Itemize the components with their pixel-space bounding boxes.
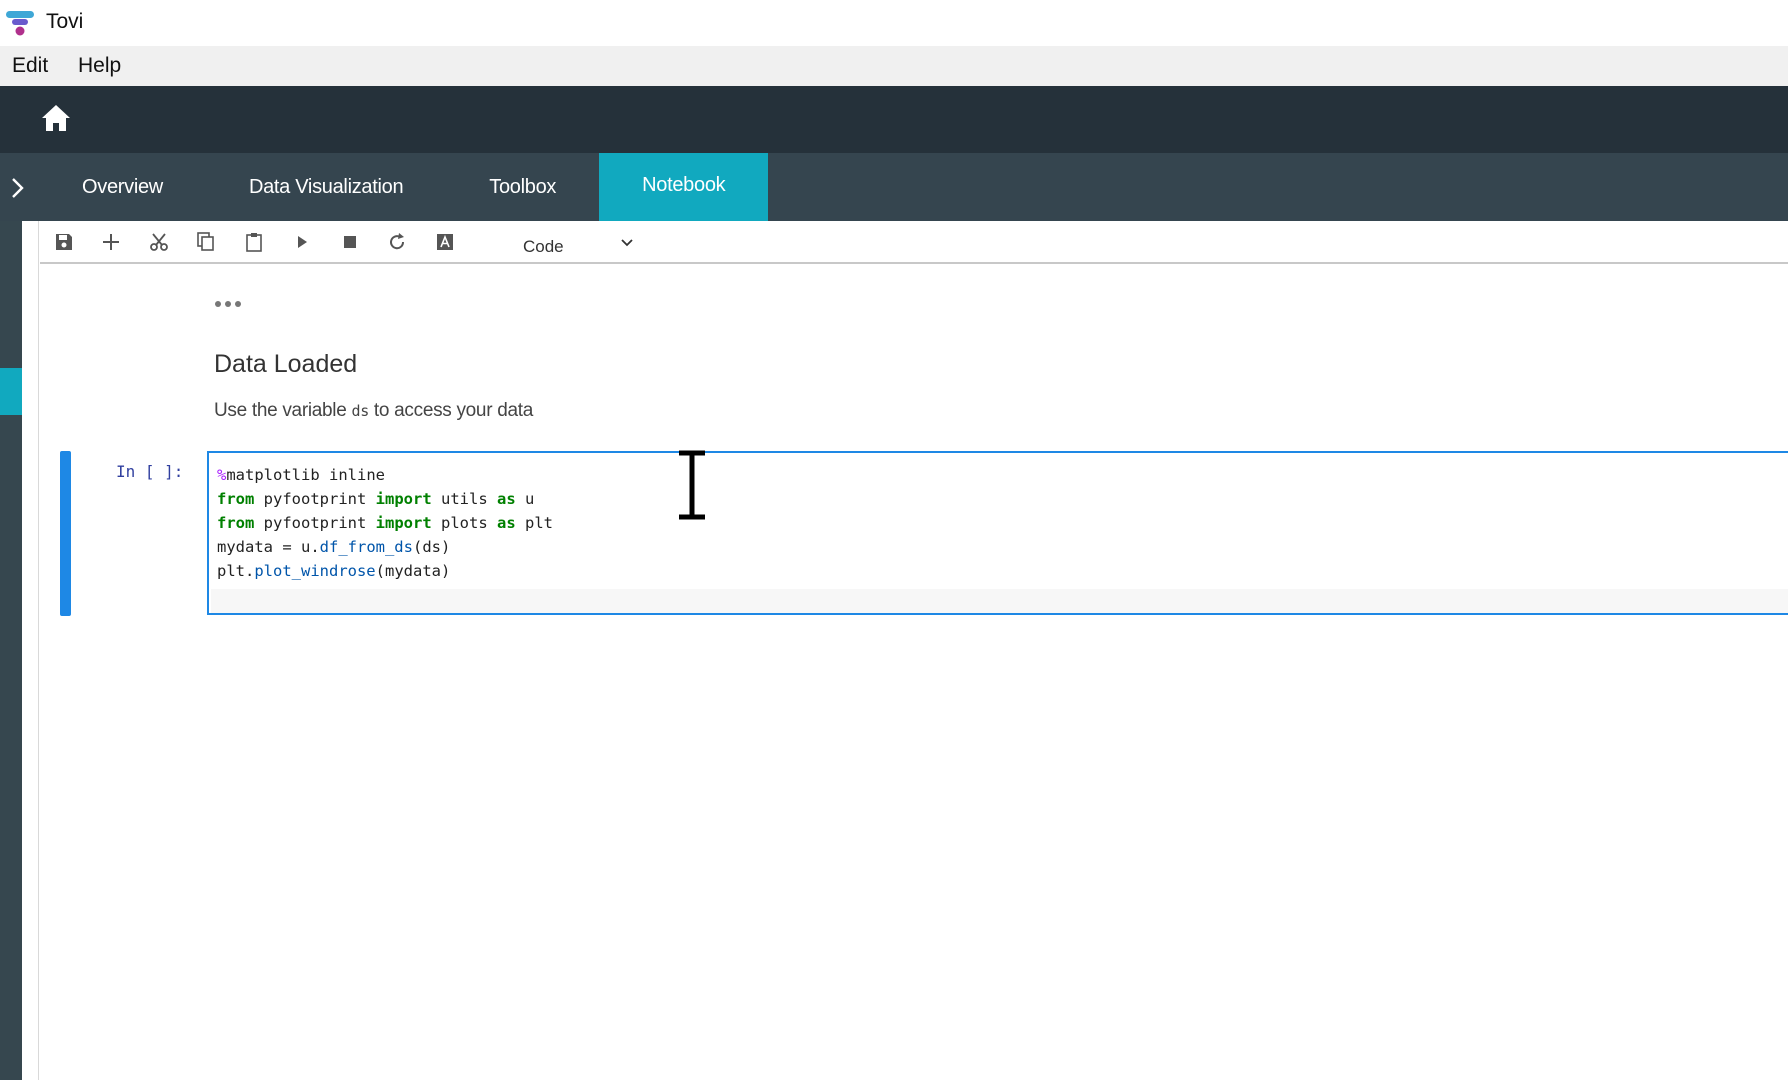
output-description: Use the variable ds to access your data — [214, 400, 533, 422]
sidebar-active-marker[interactable] — [0, 368, 22, 415]
chevron-down-icon — [621, 239, 633, 247]
main-tabs: Overview Data Visualization Toolbox Note… — [39, 153, 769, 221]
app-logo-icon — [6, 11, 34, 36]
tab-data-visualization[interactable]: Data Visualization — [206, 153, 446, 221]
cell-prompt: In [ ]: — [116, 462, 184, 481]
tab-notebook[interactable]: Notebook — [599, 153, 769, 221]
output-heading: Data Loaded — [214, 350, 358, 378]
cell-type-select[interactable]: Code — [523, 234, 643, 260]
paste-icon[interactable] — [243, 231, 265, 253]
home-icon[interactable] — [40, 103, 72, 133]
output-text-before: Use the variable — [214, 400, 352, 421]
editor-footer — [211, 589, 1788, 613]
plus-icon[interactable] — [100, 231, 122, 253]
tab-overview[interactable]: Overview — [39, 153, 206, 221]
cell-selection-indicator — [60, 451, 71, 616]
app-header — [0, 86, 1788, 153]
copy-icon[interactable] — [195, 231, 217, 253]
left-sidebar — [0, 221, 22, 1080]
tab-toolbox[interactable]: Toolbox — [446, 153, 599, 221]
stop-icon[interactable] — [339, 231, 361, 253]
collapsed-output-ellipsis-icon[interactable] — [213, 294, 253, 314]
code-line: mydata = u.df_from_ds(ds) — [217, 538, 451, 556]
output-variable: ds — [351, 402, 369, 420]
play-icon[interactable] — [291, 231, 313, 253]
window-title: Tovi — [46, 10, 84, 33]
notebook-toolbar: Code — [40, 221, 1788, 264]
code-line: from pyfootprint import plots as plt — [217, 514, 553, 532]
code-content[interactable]: %matplotlib inline from pyfootprint impo… — [217, 463, 553, 583]
code-line: plt.plot_windrose(mydata) — [217, 562, 451, 580]
keyboard-icon[interactable] — [434, 231, 456, 253]
code-line: from pyfootprint import utils as u — [217, 490, 535, 508]
sidebar-divider — [22, 221, 39, 1080]
chevron-right-icon — [12, 178, 24, 198]
code-line: %matplotlib inline — [217, 466, 385, 484]
text-cursor-icon — [679, 450, 705, 520]
save-icon[interactable] — [53, 231, 75, 253]
cell-type-value: Code — [523, 237, 564, 256]
title-bar: Tovi — [0, 0, 1788, 46]
menu-bar: Edit Help — [0, 46, 1788, 86]
menu-edit[interactable]: Edit — [12, 54, 48, 78]
menu-help[interactable]: Help — [78, 54, 121, 78]
scissors-icon[interactable] — [148, 231, 170, 253]
code-cell-editor[interactable]: %matplotlib inline from pyfootprint impo… — [207, 451, 1788, 615]
sidebar-toggle-button[interactable] — [0, 153, 36, 221]
output-text-after: to access your data — [368, 400, 533, 421]
restart-icon[interactable] — [386, 231, 408, 253]
